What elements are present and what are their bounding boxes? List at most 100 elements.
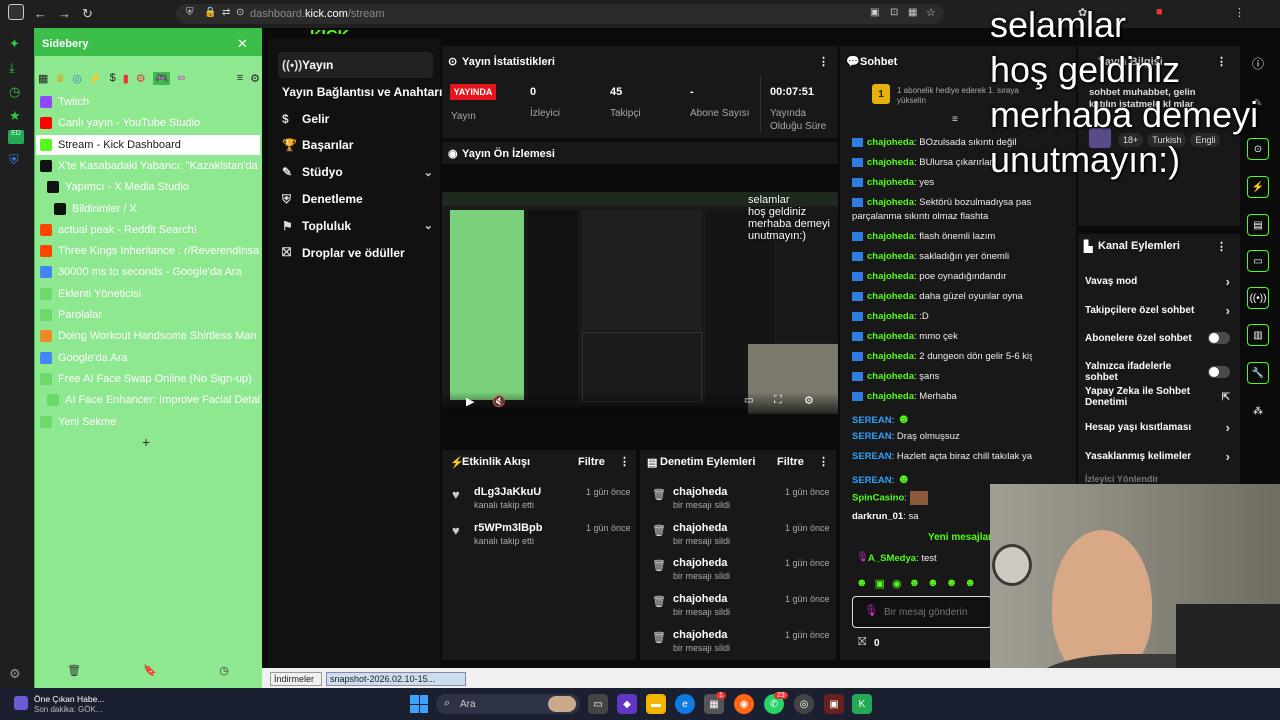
permissions-icon[interactable]: ⇄	[222, 7, 230, 18]
news-title[interactable]: Öne Çıkan Habe...	[34, 694, 104, 704]
reload-icon[interactable]: ↻	[82, 6, 93, 22]
nav-item[interactable]: ⛝ Droplar ve ödüller	[278, 240, 433, 266]
pip-icon[interactable]: ▭	[744, 395, 753, 406]
panel-icon[interactable]: ▮	[123, 72, 129, 85]
sidebery-tab[interactable]: Doing Workout Handsome Shirtless Man Mus	[36, 326, 260, 346]
channel-action-item[interactable]: Vavaş mod ›	[1085, 274, 1230, 289]
panel-icon[interactable]: ◎	[72, 72, 82, 85]
sidebery-tab[interactable]: actual peak - Reddit Search!	[36, 220, 260, 240]
channel-actions-menu-icon[interactable]: ⋮	[1216, 240, 1227, 253]
nav-item[interactable]: 🏆 Başarılar	[278, 132, 433, 158]
panel-icon[interactable]: ⚙	[136, 72, 146, 85]
panel-icon[interactable]: ▦	[38, 72, 48, 85]
channel-action-item[interactable]: Yalnızca ifadelerle sohbet	[1085, 361, 1230, 383]
close-icon[interactable]: ✕	[237, 36, 248, 52]
sidebery-tab[interactable]: 30000 ms to seconds - Google'da Ara	[36, 262, 260, 282]
download-item[interactable]: snapshot-2026.02.10-15...	[326, 672, 466, 686]
moderation-moderator[interactable]: chajoheda	[673, 593, 727, 605]
bookmark-icon[interactable]: 🔖	[143, 664, 157, 677]
file-explorer-icon[interactable]: ▬	[646, 694, 666, 714]
url-text[interactable]: dashboard.kick.com/stream	[250, 8, 385, 20]
nav-item[interactable]: ((•)) Yayın	[278, 52, 433, 78]
chat-username[interactable]: chajoheda	[867, 351, 914, 362]
stats-menu-icon[interactable]: ⋮	[818, 55, 829, 68]
sidebery-tab[interactable]: Eklenti Yöneticisi	[36, 284, 260, 304]
forward-arrow-icon[interactable]: →	[58, 6, 71, 21]
nav-item[interactable]: $ Gelir	[278, 106, 433, 132]
emote-icon[interactable]: ☻	[964, 577, 976, 591]
activity-menu-icon[interactable]: ⋮	[619, 455, 630, 468]
emote-icon[interactable]: ☻	[927, 577, 939, 591]
sidebery-tab[interactable]: X'te Kasabadaki Yabancı: "Kazakistan'da …	[36, 156, 260, 176]
nav-item[interactable]: Yayın Bağlantısı ve Anahtarı	[278, 79, 442, 105]
chat-username[interactable]: SpinCasino	[852, 493, 904, 504]
shield-icon[interactable]: ⛨	[186, 7, 194, 18]
wrench-icon[interactable]: 🔧	[1247, 362, 1269, 384]
sidebery-tab[interactable]: Yapımcı - X Media Studio	[36, 177, 260, 197]
sidebery-tab[interactable]: Yeni Sekme	[36, 412, 260, 432]
moderation-moderator[interactable]: chajoheda	[673, 486, 727, 498]
chevron-down-icon[interactable]: ⌄	[424, 219, 433, 232]
panel-icon[interactable]: ⚡	[89, 72, 103, 85]
chevron-right-icon[interactable]: ›	[1226, 303, 1230, 318]
kick-app-icon[interactable]: K	[852, 694, 872, 714]
bookmarks-icon[interactable]: ★	[9, 108, 21, 124]
chat-username[interactable]: SEREAN	[852, 475, 892, 486]
firefox-icon[interactable]: ◉	[734, 694, 754, 714]
chat-username[interactable]: chajoheda	[867, 251, 914, 262]
moderation-menu-icon[interactable]: ⋮	[818, 455, 829, 468]
panel-icon[interactable]: 🎮	[152, 71, 171, 85]
channel-action-item[interactable]: Abonelere özel sohbet	[1085, 332, 1230, 344]
new-messages-label[interactable]: Yeni mesajlar	[928, 532, 992, 543]
chat-username[interactable]: chajoheda	[867, 137, 914, 148]
chat-username[interactable]: SEREAN	[852, 451, 892, 462]
toggle-switch[interactable]	[1208, 332, 1230, 344]
mute-icon[interactable]: 🔇	[492, 395, 506, 408]
emote-icon[interactable]: ◉	[892, 577, 902, 591]
news-widget-icon[interactable]	[14, 696, 28, 710]
cut-off-item[interactable]: İzleyici Yönlendir	[1085, 474, 1158, 484]
sidebery-tab[interactable]: Bildirimler / X	[36, 199, 260, 219]
channel-action-item[interactable]: Yasaklanmış kelimeler ›	[1085, 449, 1230, 464]
chevron-right-icon[interactable]: ›	[1226, 420, 1230, 435]
chat-username[interactable]: chajoheda	[867, 177, 914, 188]
sidebery-tab[interactable]: Canlı yayın - YouTube Studio	[36, 113, 260, 133]
panel-icon[interactable]: $	[110, 72, 116, 84]
chat-username[interactable]: chajoheda	[867, 157, 914, 168]
bookmark-star-icon[interactable]: ☆	[926, 6, 936, 19]
sidebery-tab[interactable]: Google'da Ara	[36, 348, 260, 368]
panel-settings-icon[interactable]: ⚙	[250, 72, 260, 85]
task-view-icon[interactable]: ▭	[588, 694, 608, 714]
gift-icon[interactable]: ⛝	[858, 636, 866, 649]
sidebery-tab[interactable]: Parolalar	[36, 305, 260, 325]
moderation-moderator[interactable]: chajoheda	[673, 522, 727, 534]
moderation-filter-button[interactable]: Filtre	[777, 456, 804, 468]
external-link-icon[interactable]: ⇱	[1222, 392, 1230, 403]
more-dots-icon[interactable]: ⁂	[1247, 400, 1269, 422]
edge-icon[interactable]: e	[675, 694, 695, 714]
activity-filter-button[interactable]: Filtre	[578, 456, 605, 468]
windows-start-icon[interactable]	[410, 695, 428, 713]
moderation-moderator[interactable]: chajoheda	[673, 557, 727, 569]
channel-action-item[interactable]: Yapay Zeka ile Sohbet Denetimi ⇱	[1085, 386, 1230, 408]
emote-icon[interactable]: ☻	[856, 577, 868, 591]
channel-action-item[interactable]: Takipçilere özel sohbet ›	[1085, 303, 1230, 318]
app-icon[interactable]: ▣	[824, 694, 844, 714]
chat-username[interactable]: chajoheda	[867, 271, 914, 282]
news-sub[interactable]: Son dakika: GÖK...	[34, 705, 102, 714]
chat-username[interactable]: chajoheda	[867, 331, 914, 342]
new-tab-plus-icon[interactable]: +	[142, 434, 150, 450]
filter-icon[interactable]: ≡	[952, 114, 958, 125]
chat-username[interactable]: chajoheda	[867, 291, 914, 302]
trash-icon[interactable]: 🗑	[67, 664, 81, 677]
lock-icon[interactable]: 🔒	[204, 7, 216, 18]
chat-icon[interactable]: ▭	[1247, 250, 1269, 272]
document-icon[interactable]: ▤	[1247, 214, 1269, 236]
toggle-switch[interactable]	[1208, 366, 1230, 378]
chat-username[interactable]: chajoheda	[867, 391, 914, 402]
chat-username[interactable]: A_SMedya	[868, 553, 916, 564]
fullscreen-icon[interactable]: ⛶	[774, 394, 782, 407]
nav-item[interactable]: ✎ Stüdyo ⌄	[278, 159, 433, 185]
bitwarden-icon[interactable]: ⛨	[9, 152, 19, 168]
broadcast-icon[interactable]: ((•))	[1247, 287, 1269, 309]
